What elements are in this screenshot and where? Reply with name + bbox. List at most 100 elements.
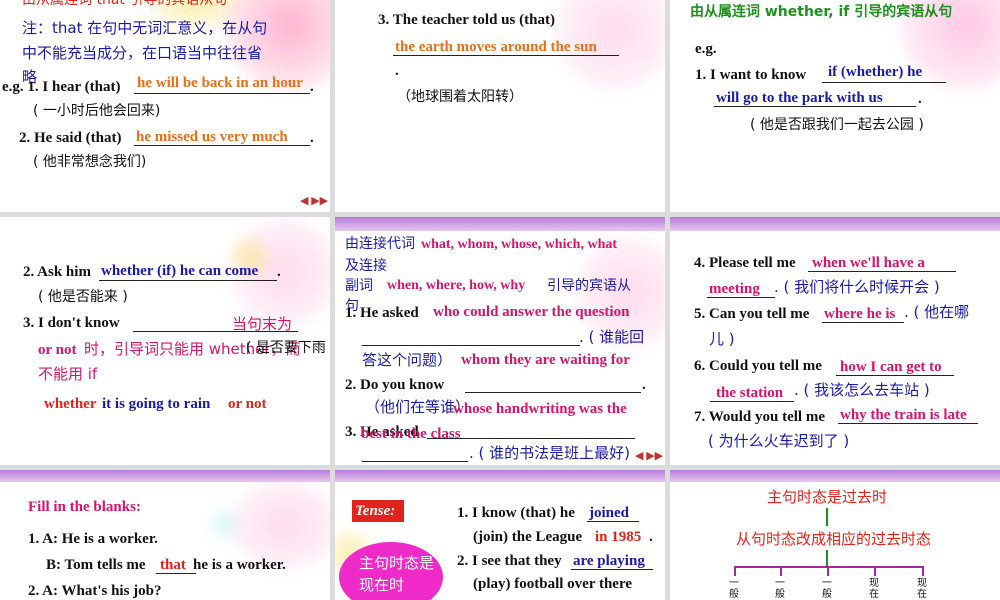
- s4-l1-prefix: 2. Ask him: [23, 264, 91, 280]
- s4-l3-mid: it is going to rain: [102, 396, 211, 412]
- s6-q5-fill: where he is: [824, 306, 896, 322]
- note-line-1: 注：that 在句中无词汇意义，在从句: [22, 19, 268, 37]
- s9-top: 主句时态是过去时: [767, 488, 888, 506]
- s2-underline: [393, 55, 619, 56]
- nav-arrows-icon[interactable]: ◀ ▶▶: [635, 449, 663, 462]
- tense-label-1: 一般: [729, 578, 739, 600]
- s5-heading-b: 及连接: [345, 258, 387, 274]
- s4-l1-fill: whether (if) he can come: [101, 263, 259, 279]
- slide-8: Tense: 主句时态是 现在时 1. I know (that) he joi…: [335, 470, 665, 600]
- decor-bubble: [210, 510, 240, 540]
- branch-tick: [827, 566, 829, 576]
- s8-l3-underline: [571, 569, 653, 570]
- s4-l2-prefix: 3. I don't know: [23, 315, 120, 331]
- s4-note-c: 不能用 if: [38, 365, 98, 383]
- s5-q2-underline: [465, 392, 641, 393]
- s3-l1-prefix: 1. I want to know: [695, 67, 807, 83]
- s7-l2-fill: that: [160, 557, 186, 573]
- eg1-prefix: e.g. 1. I hear (that): [2, 79, 121, 95]
- s2-line-1: 3. The teacher told us (that): [378, 12, 555, 28]
- tense-label-5: 现在: [917, 578, 927, 600]
- s4-l3-whether: whether: [44, 396, 97, 412]
- eg2-fill: he missed us very much: [136, 129, 288, 145]
- s5-q3-cn: . ( 谁的书法是班上最好): [469, 444, 631, 462]
- s6-q4-cn: . ( 我们将什么时候开会 ): [774, 278, 940, 296]
- s2-fill: the earth moves around the sun: [395, 39, 597, 55]
- s5-heading-a-words: what, whom, whose, which, what: [421, 237, 618, 252]
- s8-l2-a: (join) the League: [473, 529, 583, 545]
- s5-q1-cn: . ( 谁能回: [579, 328, 645, 346]
- s6-q6-fill: how I can get to: [840, 359, 942, 375]
- nav-arrows-icon[interactable]: ◀ ▶▶: [300, 194, 328, 207]
- s6-q5: 5. Can you tell me: [694, 306, 810, 322]
- branch-tick: [734, 566, 736, 576]
- s5-q3-fill2: best in the class: [361, 426, 461, 442]
- s4-l2-cn: ( 是否要下雨 ): [246, 340, 330, 356]
- s5-q1-underline: [362, 345, 580, 346]
- slide-9: 主句时态是过去时 从句时态改成相应的过去时态 一般 一般 一般 现在 现在: [670, 470, 1000, 600]
- s5-q3-underline: [427, 438, 635, 439]
- s3-period: .: [918, 91, 922, 107]
- s6-q4-underline2: [707, 297, 775, 298]
- s5-q2: 2. Do you know: [345, 377, 445, 393]
- s6-q6-underline2: [710, 401, 794, 402]
- s3-l1-underline: [822, 82, 946, 83]
- s4-l1-cn: ( 他是否能来 ): [38, 289, 128, 305]
- s4-l3-ornot: or not: [228, 396, 267, 412]
- s7-l3: 2. A: What's his job?: [28, 583, 162, 599]
- tense-label: Tense:: [355, 503, 396, 519]
- s6-q5-cn: . ( 他在哪: [904, 303, 970, 321]
- arrow-down-1: [826, 508, 828, 526]
- s5-q1: 1. He asked: [345, 305, 419, 321]
- slide-7: Fill in the blanks: 1. A: He is a worker…: [0, 470, 330, 600]
- s6-q7: 7. Would you tell me: [694, 409, 825, 425]
- s5-heading-a: 由连接代词: [345, 236, 415, 252]
- slide-1: 由从属连词 that 引导的宾语从句 注：that 在句中无词汇意义，在从句 中…: [0, 0, 330, 212]
- s6-q6: 6. Could you tell me: [694, 358, 822, 374]
- oval-text-b: 现在时: [359, 576, 405, 594]
- s8-l1-prefix: 1. I know (that) he: [457, 505, 575, 521]
- s8-l3-prefix: 2. I see that they: [457, 553, 562, 569]
- s5-q1-cn2: 答这个问题）: [362, 351, 453, 369]
- s6-q6-cn: . ( 我该怎么去车站 ): [794, 381, 930, 399]
- top-band: [670, 470, 1000, 482]
- s3-l1-fill: if (whether) he: [828, 64, 923, 80]
- s6-q7-underline: [838, 423, 978, 424]
- tense-label-2: 一般: [775, 578, 785, 600]
- s6-q4: 4. Please tell me: [694, 255, 796, 271]
- s6-q4-underline: [808, 271, 956, 272]
- slide-1-top-partial: 由从属连词 that 引导的宾语从句: [22, 0, 228, 8]
- s6-q4-fill: when we'll have a: [812, 255, 925, 271]
- eg1-period: .: [310, 79, 314, 95]
- eg2-prefix: 2. He said (that): [19, 130, 122, 146]
- s2-dot: .: [395, 63, 399, 79]
- slide-4: 2. Ask him whether (if) he can come . ( …: [0, 217, 330, 465]
- eg1-underline: [134, 93, 310, 94]
- note-line-2: 中不能充当成分，在口语当中往往省: [22, 44, 263, 62]
- eg2-cn: ( 他非常想念我们): [33, 154, 147, 170]
- branch-tick: [922, 566, 924, 576]
- slide-6: 4. Please tell me when we'll have a meet…: [670, 217, 1000, 465]
- s6-q5-cn2: 儿 ): [709, 330, 735, 348]
- slide-2: 3. The teacher told us (that) the earth …: [335, 0, 665, 212]
- oval-text-a: 主句时态是: [359, 554, 435, 572]
- s7-l2-suffix: he is a worker.: [193, 557, 286, 573]
- top-band: [335, 217, 665, 231]
- s5-heading-c-end: 引导的宾语从: [547, 278, 631, 294]
- eg2-underline: [134, 145, 310, 146]
- s4-note-ornot: or not: [38, 342, 77, 358]
- s4-note-a: 当句末为: [232, 315, 293, 333]
- branch-tick: [874, 566, 876, 576]
- s6-q6-underline: [836, 375, 954, 376]
- s3-cn: ( 他是否跟我们一起去公园 ): [750, 117, 924, 133]
- s8-l3-fill: are playing: [573, 553, 645, 569]
- s3-l2-fill: will go to the park with us: [716, 90, 883, 106]
- s5-heading-c-words: when, where, how, why: [387, 278, 526, 293]
- s6-q6-fill2: the station: [716, 385, 784, 401]
- arrow-down-2: [826, 550, 828, 566]
- slide-5: 由连接代词 what, whom, whose, which, what 及连接…: [335, 217, 665, 465]
- s7-l2-prefix: B: Tom tells me: [46, 557, 146, 573]
- top-band: [335, 470, 665, 482]
- s3-eg: e.g.: [695, 41, 717, 57]
- s6-q5-underline: [822, 322, 904, 323]
